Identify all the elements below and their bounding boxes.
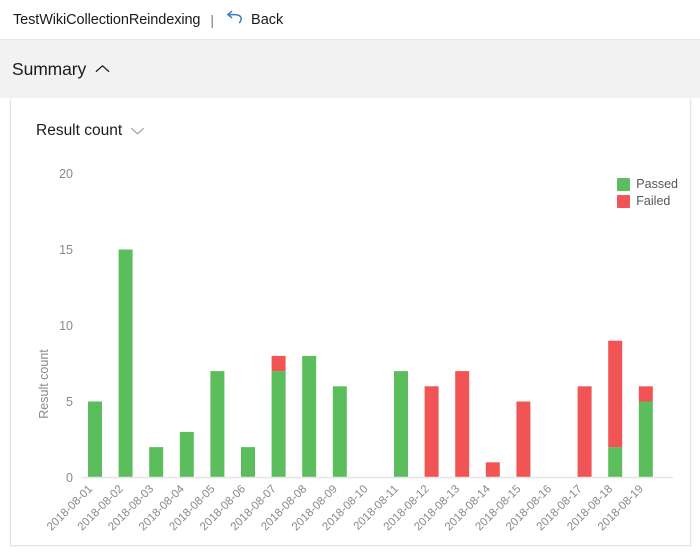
bar-segment-passed[interactable] bbox=[332, 386, 347, 478]
bar-segment-failed[interactable] bbox=[516, 401, 531, 478]
bar-segment-failed[interactable] bbox=[608, 340, 623, 448]
back-label: Back bbox=[251, 11, 284, 28]
bar-segment-passed[interactable] bbox=[302, 355, 317, 478]
run-title: TestWikiCollectionReindexing bbox=[13, 11, 201, 28]
y-axis: 0 5 10 15 20 bbox=[59, 167, 73, 485]
bars-group bbox=[88, 249, 653, 478]
y-tick-label: 5 bbox=[66, 395, 73, 409]
y-tick-label: 15 bbox=[59, 243, 73, 257]
summary-collapse-toggle[interactable]: Summary bbox=[12, 59, 110, 80]
result-count-bar-chart: 0 5 10 15 20 2018-08-012018-08-022018-08-032… bbox=[37, 167, 673, 534]
y-tick-label: 10 bbox=[59, 319, 73, 333]
bar-segment-passed[interactable] bbox=[638, 401, 653, 478]
bar-segment-passed[interactable] bbox=[88, 401, 102, 478]
bar-segment-passed[interactable] bbox=[149, 447, 164, 478]
x-axis-labels: 2018-08-012018-08-022018-08-032018-08-04… bbox=[45, 483, 646, 534]
bar-segment-passed[interactable] bbox=[179, 431, 194, 478]
chevron-up-icon bbox=[95, 62, 110, 77]
y-tick-label: 0 bbox=[66, 471, 73, 485]
bar-segment-failed[interactable] bbox=[271, 355, 286, 372]
undo-arrow-icon bbox=[225, 10, 244, 29]
bar-segment-failed[interactable] bbox=[577, 386, 592, 478]
y-tick-label: 20 bbox=[59, 167, 73, 181]
summary-title: Summary bbox=[12, 58, 87, 79]
bar-segment-failed[interactable] bbox=[485, 462, 500, 478]
bar-segment-passed[interactable] bbox=[608, 447, 623, 478]
bar-segment-failed[interactable] bbox=[455, 371, 470, 478]
bar-segment-passed[interactable] bbox=[210, 371, 225, 478]
bar-segment-passed[interactable] bbox=[118, 249, 133, 478]
bar-segment-passed[interactable] bbox=[241, 447, 255, 478]
bar-segment-failed[interactable] bbox=[424, 386, 439, 478]
top-bar: TestWikiCollectionReindexing | Back bbox=[0, 0, 700, 40]
summary-section-header: Summary bbox=[0, 40, 700, 98]
back-button[interactable]: Back bbox=[223, 8, 285, 31]
bar-segment-passed[interactable] bbox=[271, 371, 286, 478]
bar-segment-failed[interactable] bbox=[638, 386, 653, 402]
title-separator: | bbox=[210, 11, 215, 28]
summary-chart-card: Result count Passed Failed 0 5 10 15 20 2018… bbox=[10, 99, 691, 546]
bar-segment-passed[interactable] bbox=[394, 371, 408, 478]
y-axis-title: Result count bbox=[37, 349, 51, 419]
